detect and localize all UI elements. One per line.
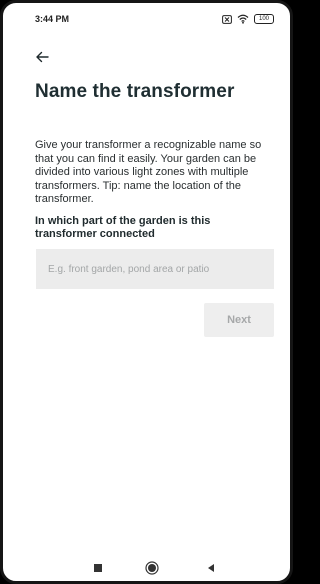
transformer-name-input[interactable]: [36, 249, 274, 289]
next-button[interactable]: Next: [204, 303, 274, 337]
status-icons: 100: [222, 14, 274, 24]
status-time: 3:44 PM: [35, 14, 70, 24]
close-box-icon: [222, 14, 232, 24]
question-label: In which part of the garden is this tran…: [35, 215, 211, 240]
arrow-left-icon: [35, 51, 49, 66]
navigation-bar: [3, 553, 290, 581]
wifi-icon: [237, 14, 249, 24]
description-text: Give your transformer a recognizable nam…: [35, 139, 262, 206]
back-button[interactable]: [35, 49, 57, 67]
page-title: Name the transformer: [35, 81, 235, 102]
recents-icon[interactable]: [91, 561, 105, 575]
battery-icon: 100: [254, 14, 274, 24]
home-icon[interactable]: [145, 561, 159, 575]
status-bar: 3:44 PM 100: [3, 3, 290, 35]
battery-level: 100: [258, 16, 269, 22]
phone-screen: 3:44 PM 100 Name the transformer Give yo…: [0, 0, 293, 584]
back-icon[interactable]: [204, 561, 218, 575]
